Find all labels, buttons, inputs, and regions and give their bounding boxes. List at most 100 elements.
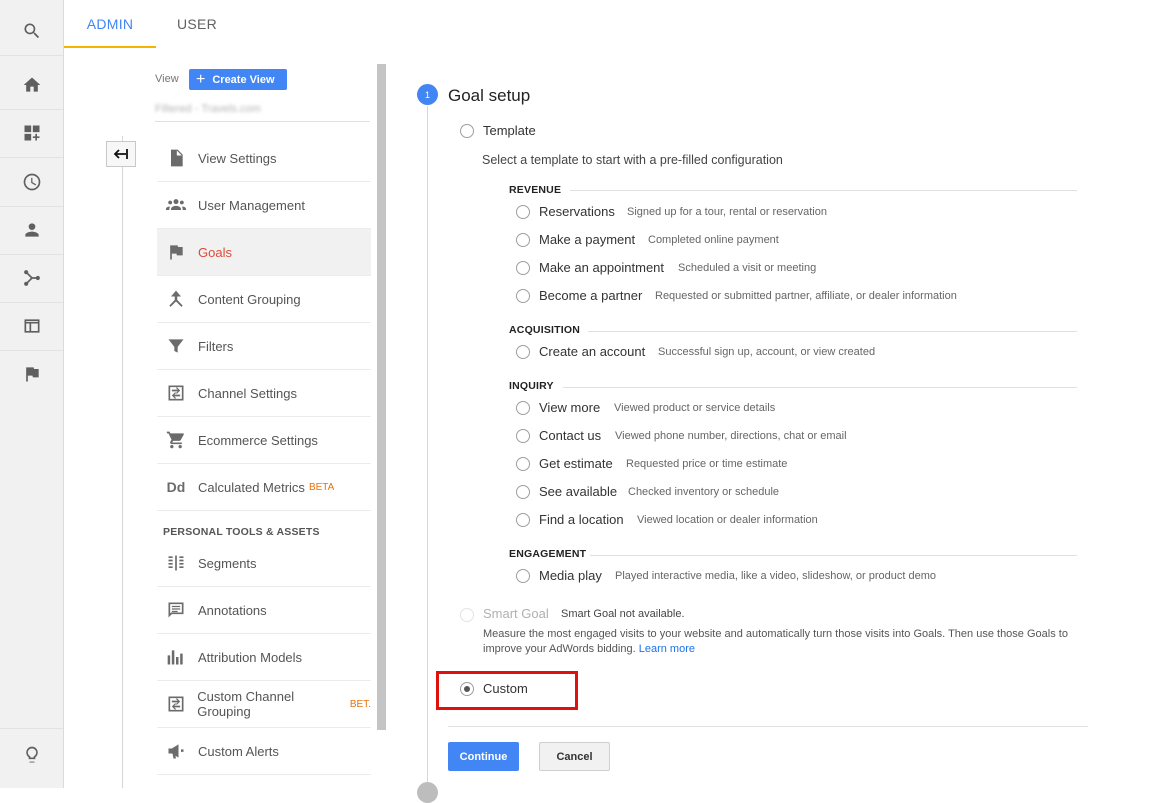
divider bbox=[122, 136, 123, 788]
browser-icon[interactable] bbox=[0, 302, 63, 351]
option-radio[interactable] bbox=[516, 233, 530, 247]
search-icon[interactable] bbox=[0, 7, 63, 56]
menu-item-label: Filters bbox=[198, 338, 234, 354]
option-radio[interactable] bbox=[516, 485, 530, 499]
option-description: Viewed location or dealer information bbox=[637, 514, 818, 526]
continue-button[interactable]: Continue bbox=[448, 742, 519, 771]
menu-item-channel-settings[interactable]: Channel Settings bbox=[157, 370, 371, 417]
option-description: Played interactive media, like a video, … bbox=[615, 570, 937, 582]
step-title: Goal setup bbox=[448, 86, 531, 105]
channel-icon bbox=[165, 693, 186, 715]
highlight-box bbox=[436, 671, 578, 710]
flag-icon bbox=[165, 241, 187, 263]
option-description: Requested or submitted partner, affiliat… bbox=[655, 290, 957, 302]
menu-item-custom-channel-grouping[interactable]: Custom Channel Grouping BET. bbox=[157, 681, 371, 728]
divider bbox=[590, 555, 1077, 556]
option-radio[interactable] bbox=[516, 429, 530, 443]
divider bbox=[448, 726, 1088, 727]
option-label: Become a partner bbox=[539, 288, 643, 303]
option-description: Viewed product or service details bbox=[614, 402, 776, 414]
section-heading: PERSONAL TOOLS & ASSETS bbox=[163, 526, 320, 538]
megaphone-icon bbox=[165, 740, 187, 762]
flag-icon[interactable] bbox=[0, 350, 63, 398]
plus-icon: + bbox=[196, 70, 206, 88]
clock-icon[interactable] bbox=[0, 158, 63, 207]
option-description: Completed online payment bbox=[648, 234, 779, 246]
option-label: Get estimate bbox=[539, 456, 613, 471]
divider bbox=[588, 331, 1077, 332]
menu-item-label: View Settings bbox=[198, 150, 277, 166]
dashboard-icon[interactable] bbox=[0, 109, 63, 158]
menu-item-annotations[interactable]: Annotations bbox=[157, 587, 371, 634]
option-radio[interactable] bbox=[516, 401, 530, 415]
menu-item-view-settings[interactable]: View Settings bbox=[157, 135, 371, 182]
cancel-button[interactable]: Cancel bbox=[539, 742, 610, 771]
step-connector bbox=[427, 106, 428, 788]
smart-goal-radio bbox=[460, 608, 474, 622]
menu-item-user-management[interactable]: User Management bbox=[157, 182, 371, 229]
scrollbar[interactable] bbox=[377, 64, 386, 730]
step-2-badge bbox=[417, 782, 438, 803]
home-icon[interactable] bbox=[0, 61, 63, 110]
divider bbox=[563, 387, 1077, 388]
option-radio[interactable] bbox=[516, 205, 530, 219]
menu-item-label: Attribution Models bbox=[198, 649, 303, 665]
option-radio[interactable] bbox=[516, 289, 530, 303]
option-radio[interactable] bbox=[516, 513, 530, 527]
option-label: Make an appointment bbox=[539, 260, 665, 275]
view-selector[interactable]: Filtered - Travels.com bbox=[155, 103, 261, 115]
option-description: Scheduled a visit or meeting bbox=[678, 262, 817, 274]
option-label: Contact us bbox=[539, 428, 602, 443]
option-description: Checked inventory or schedule bbox=[628, 486, 780, 498]
option-label: Make a payment bbox=[539, 232, 636, 247]
option-label: Create an account bbox=[539, 344, 646, 359]
template-description: Select a template to start with a pre-fi… bbox=[482, 153, 783, 167]
option-label: Reservations bbox=[539, 204, 615, 219]
option-radio[interactable] bbox=[516, 569, 530, 583]
back-button[interactable] bbox=[106, 141, 136, 167]
create-view-button[interactable]: + Create View bbox=[189, 69, 287, 90]
lightbulb-icon[interactable] bbox=[0, 728, 63, 781]
menu-item-filters[interactable]: Filters bbox=[157, 323, 371, 370]
menu-item-custom-alerts[interactable]: Custom Alerts bbox=[157, 728, 371, 775]
channel-icon bbox=[165, 382, 187, 404]
menu-item-attribution-models[interactable]: Attribution Models bbox=[157, 634, 371, 681]
menu-item-label: Segments bbox=[198, 555, 257, 571]
menu-item-calculated-metrics[interactable]: Dd Calculated Metrics BETA bbox=[157, 464, 371, 511]
option-radio[interactable] bbox=[516, 345, 530, 359]
tab-admin[interactable]: ADMIN bbox=[64, 0, 156, 48]
create-view-label: Create View bbox=[212, 73, 275, 86]
option-description: Viewed phone number, directions, chat or… bbox=[615, 430, 847, 442]
menu-item-label: Content Grouping bbox=[198, 291, 301, 307]
bar-chart-icon bbox=[165, 646, 187, 668]
menu-item-content-grouping[interactable]: Content Grouping bbox=[157, 276, 371, 323]
divider bbox=[570, 190, 1077, 191]
category-heading: REVENUE bbox=[509, 184, 562, 196]
menu-item-label: Custom Alerts bbox=[198, 743, 279, 759]
option-radio[interactable] bbox=[516, 457, 530, 471]
person-icon[interactable] bbox=[0, 206, 63, 255]
filter-icon bbox=[165, 335, 187, 357]
category-heading: ENGAGEMENT bbox=[509, 548, 587, 560]
option-description: Successful sign up, account, or view cre… bbox=[658, 346, 876, 358]
option-description: Requested price or time estimate bbox=[626, 458, 788, 470]
template-radio[interactable] bbox=[460, 124, 474, 138]
back-arrow-icon bbox=[113, 149, 128, 159]
smart-goal-status: Smart Goal not available. bbox=[561, 608, 685, 620]
learn-more-link[interactable]: Learn more bbox=[639, 643, 695, 655]
menu-item-segments[interactable]: Segments bbox=[157, 540, 371, 587]
top-tabs: ADMIN USER bbox=[64, 0, 1166, 48]
menu-item-label: Annotations bbox=[198, 602, 267, 618]
menu-item-label: Channel Settings bbox=[198, 385, 298, 401]
share-icon[interactable] bbox=[0, 254, 63, 303]
menu-item-goals[interactable]: Goals bbox=[157, 229, 371, 276]
segments-icon bbox=[165, 552, 187, 574]
beta-badge: BETA bbox=[308, 481, 335, 493]
option-radio[interactable] bbox=[516, 261, 530, 275]
tab-user[interactable]: USER bbox=[164, 0, 230, 46]
left-nav-rail bbox=[0, 0, 64, 788]
beta-badge: BET. bbox=[349, 698, 371, 710]
people-icon bbox=[165, 194, 187, 216]
menu-item-ecommerce-settings[interactable]: Ecommerce Settings bbox=[157, 417, 371, 464]
menu-item-label: Custom Channel Grouping bbox=[197, 689, 295, 719]
